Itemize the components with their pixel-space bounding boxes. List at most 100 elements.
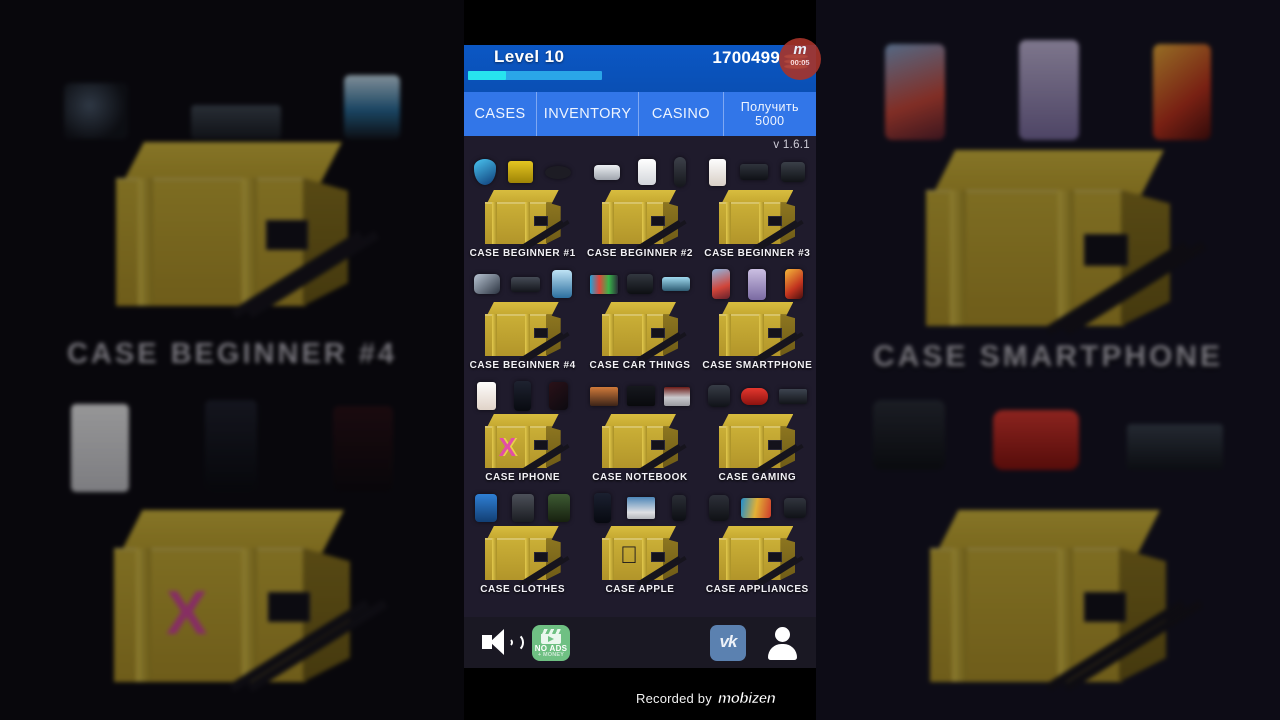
case-label: CASE BEGINNER #3 [704,248,811,259]
case-cell[interactable]: X CASE IPHONE [464,374,581,486]
case-preview-items [703,152,812,192]
case-cell[interactable]: CASE CAR THINGS [581,262,698,374]
case-label: CASE APPLIANCES [705,584,809,595]
level-progress-fill [468,71,506,80]
case-cell[interactable]: CASE BEGINNER #3 [699,150,816,262]
case-cell[interactable]: CASE APPLIANCES [699,486,816,598]
crate-art [719,302,804,361]
iphone-x-icon [593,493,611,523]
user-avatar-icon [775,627,790,642]
blue-jacket-icon [475,494,498,522]
case-label: CASE IPHONE [485,472,561,483]
crate-art [601,190,687,249]
tab-casino[interactable]: CASINO [639,92,724,136]
case-crate-logo:  [620,542,638,570]
case-preview-items [468,376,577,416]
speaker-on-icon[interactable] [482,627,524,659]
case-cell[interactable]: CASE BEGINNER #1 [464,150,581,262]
green-jacket-icon [548,494,571,522]
case-cell[interactable]: CASE GAMING [699,374,816,486]
vacuum-icon [783,498,806,518]
tab-casino-label: CASINO [651,106,710,122]
background-right-blurred: CASE SMARTPHONE [816,0,1280,720]
crate-art [719,414,804,473]
bonus-label-line1: Получить [740,100,799,114]
clapperboard-icon [541,629,561,644]
mobizen-badge-timer: 00:05 [790,58,810,67]
mobizen-badge-logo: m [793,41,807,58]
no-ads-button[interactable]: NO ADS + MONEY [532,625,570,661]
main-tab-bar: CASES INVENTORY CASINO Получить 5000 [464,92,816,136]
crate-art [719,190,804,249]
crate-art [719,526,804,585]
mobizen-record-badge[interactable]: m 00:05 [779,38,821,80]
iphone-x-icon [514,381,532,411]
tab-inventory[interactable]: INVENTORY [537,92,640,136]
case-cell[interactable]: CASE NOTEBOOK [581,374,698,486]
phone-orange-icon [784,269,803,299]
bonus-label-line2: 5000 [755,114,785,128]
bonus-claim-button[interactable]: Получить 5000 [724,92,816,136]
case-crate-logo: X [498,432,516,462]
case-label: CASE BEGINNER #2 [586,248,694,259]
bottom-toolbar: NO ADS + MONEY vk [464,617,816,668]
crate-art [484,526,570,585]
curved-monitor-icon [741,498,772,518]
case-cell[interactable]: CASE BEGINNER #2 [581,150,698,262]
phone-red-icon [711,269,730,299]
action-camera-icon [508,161,534,183]
dslr-camera-icon [781,162,806,182]
case-cell[interactable]: CASE CLOTHES [464,486,581,598]
crate-art [601,414,687,473]
case-label: CASE BEGINNER #1 [469,248,576,259]
case-preview-items [585,376,694,416]
microphone-icon [673,157,686,187]
earbuds-case-icon [637,159,656,185]
shield-blue-icon [474,159,497,185]
case-cell[interactable]:  CASE APPLE [581,486,698,598]
case-preview-items [703,488,812,528]
background-left-blurred: CASE BEGINNER #4 X [0,0,464,720]
laptop-alien-icon [626,386,655,406]
white-phone-icon [709,158,727,186]
case-label: CASE BEGINNER #4 [469,360,576,371]
crate-art [484,302,570,361]
coin-balance: 1700499 [712,48,780,67]
case-cell[interactable]: CASE SMARTPHONE [699,262,816,374]
macbook-icon [664,386,691,406]
case-preview-items [703,264,812,304]
recording-watermark: Recorded by mobizen [636,690,776,708]
screen-recording-frame: CASE BEGINNER #4 X CASE SMARTPHONE Level… [0,0,1280,720]
account-button[interactable] [764,625,800,661]
vk-icon: vk [719,632,738,651]
crate-art [484,190,570,249]
case-preview-items [585,488,694,528]
level-progress-bar [468,71,602,80]
case-preview-items [703,376,812,416]
mobizen-logo: mobizen [717,690,776,708]
case-preview-items [468,152,577,192]
case-preview-items [468,488,577,528]
vk-button[interactable]: vk [710,625,746,661]
crate-art: X [484,414,570,473]
case-label: CASE APPLE [605,584,675,595]
car-headunit-icon [589,274,618,294]
phone-viewport: Level 10 1700499 CASES INVENTORY CASINO … [464,0,816,720]
top-letterbox [464,0,816,45]
level-label: Level 10 [494,47,565,66]
case-cell[interactable]: CASE BEGINNER #4 [464,262,581,374]
phone-purple-icon [748,268,767,300]
ps-controller-icon [740,387,768,405]
watermark-text: Recorded by [636,691,712,706]
drone-icon [739,164,768,180]
game-header: Level 10 1700499 [464,45,816,92]
case-label: CASE CLOTHES [480,584,566,595]
crate-art [601,302,687,361]
background-case-art [116,142,380,318]
tab-inventory-label: INVENTORY [543,106,632,122]
tab-cases-label: CASES [474,106,526,122]
electric-scooter-icon [551,270,572,298]
case-label: CASE CAR THINGS [589,360,691,371]
tab-cases[interactable]: CASES [464,92,538,136]
dash-camera-icon [626,274,653,294]
